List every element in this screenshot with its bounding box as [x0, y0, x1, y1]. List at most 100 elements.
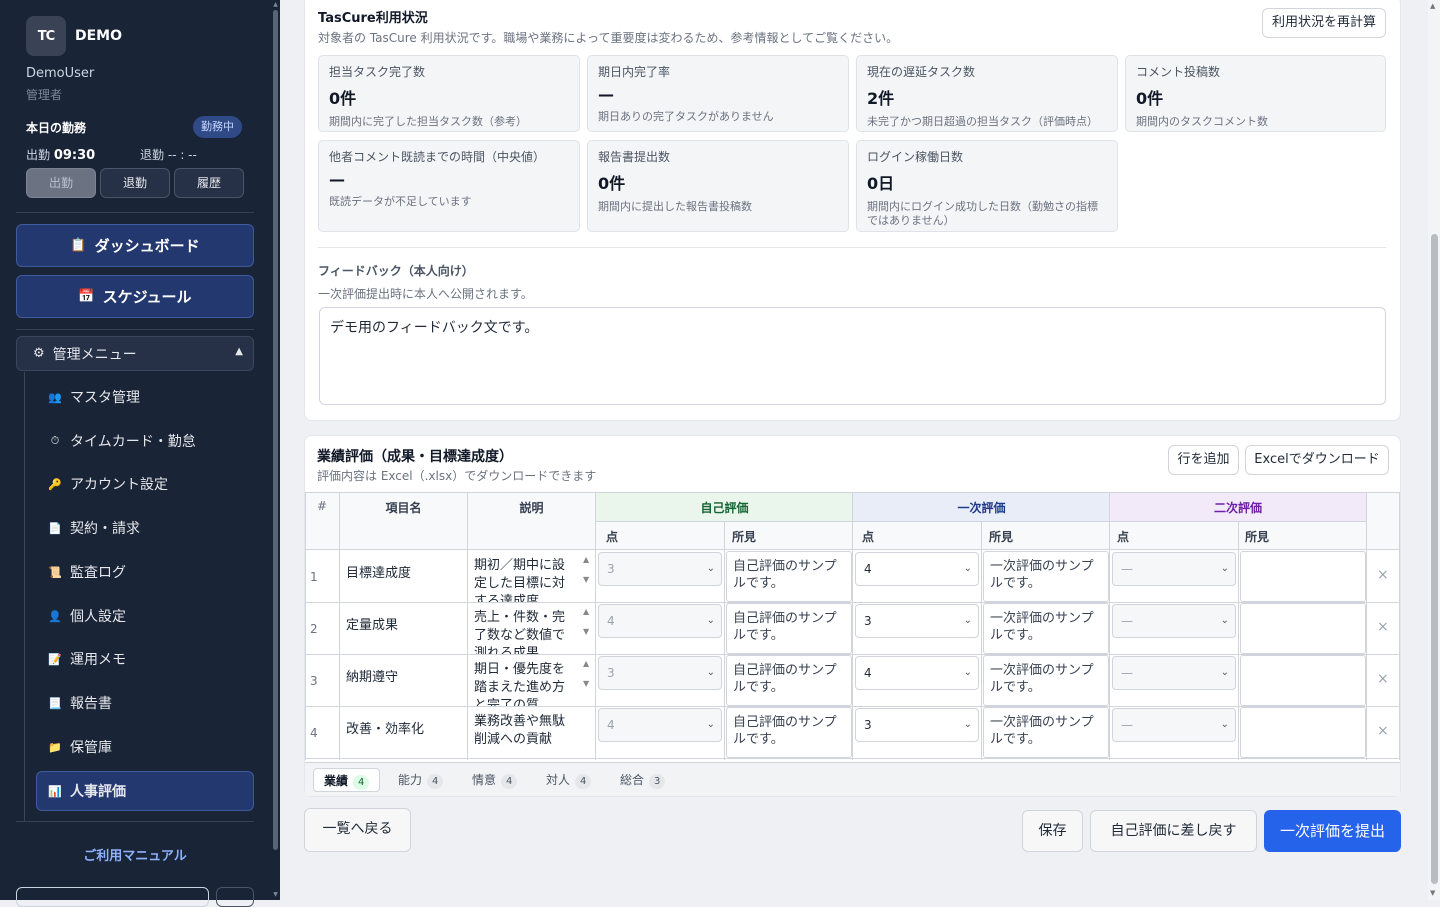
divider	[16, 212, 254, 213]
sidebar-item-vault[interactable]: 📁 保管庫	[46, 735, 112, 759]
sidebar-item-hr-evaluation[interactable]: 📊 人事評価	[46, 779, 126, 803]
clock-out-button[interactable]: 退勤	[100, 168, 170, 198]
save-button[interactable]: 保存	[1022, 810, 1083, 852]
sidebar-item-account[interactable]: 🔑 アカウント設定	[46, 472, 168, 496]
delete-row-icon[interactable]: ×	[1377, 567, 1389, 583]
chevron-down-icon: ⌄	[706, 719, 715, 730]
stat-note: 未完了かつ期日超過の担当タスク（評価時点）	[867, 115, 1098, 128]
self-score-select: 4 ⌄	[598, 604, 722, 638]
recalc-button[interactable]: 利用状況を再計算	[1262, 8, 1386, 38]
item-name[interactable]: 目標達成度	[346, 562, 411, 581]
stat-label: 他者コメント既読までの時間（中央値）	[329, 150, 546, 164]
item-description[interactable]: 期日・優先度を踏まえた進め方と完了の質	[468, 655, 582, 706]
chevron-down-icon: ⌄	[1220, 719, 1229, 730]
sidebar-scrollbar-thumb[interactable]	[273, 10, 278, 850]
scroll-down-icon[interactable]: ▼	[583, 679, 589, 688]
excel-download-button[interactable]: Excelでダウンロード	[1245, 445, 1389, 475]
second-score-select: — ⌄	[1112, 656, 1236, 690]
tab-interpersonal[interactable]: 対人 4	[536, 768, 601, 792]
tab-ability[interactable]: 能力 4	[388, 768, 453, 792]
first-comment-textarea[interactable]: 一次評価のサンプルです。	[983, 603, 1109, 654]
item-description[interactable]: 業務改善や無駄削減への貢献	[468, 707, 582, 758]
sidebar-item-master[interactable]: 👥 マスタ管理	[46, 385, 140, 409]
stat-note: 期日ありの完了タスクがありません	[598, 110, 774, 123]
first-comment-textarea[interactable]: 一次評価のサンプルです。	[983, 551, 1109, 602]
stat-note: 期間内にログイン成功した日数（勤勉さの指標ではありません）	[867, 200, 1098, 227]
col-self-eval: 自己評価	[700, 501, 749, 515]
select-value: 3	[864, 718, 872, 732]
return-to-self-eval-button[interactable]: 自己評価に差し戻す	[1090, 810, 1257, 852]
sidebar-bottom-button[interactable]	[216, 887, 254, 907]
admin-menu-toggle[interactable]: ⚙ 管理メニュー ▲	[16, 336, 254, 371]
history-button[interactable]: 履歴	[174, 168, 244, 198]
first-score-select[interactable]: 4 ⌄	[855, 656, 979, 690]
clock-out-label: 退勤	[140, 148, 165, 162]
chart-icon: 📊	[48, 784, 62, 798]
sidebar-item-label: 報告書	[70, 696, 112, 712]
item-description[interactable]: 期初／期中に設定した目標に対する達成度	[468, 551, 582, 602]
feedback-textarea[interactable]: デモ用のフィードバック文です。	[319, 307, 1386, 405]
scroll-up-icon[interactable]: ▲	[583, 607, 589, 616]
sidebar-item-memo[interactable]: 📝 運用メモ	[46, 647, 126, 671]
sidebar-item-timecard[interactable]: ⏱ タイムカード・勤怠	[46, 429, 196, 453]
sidebar-item-personal[interactable]: 👤 個人設定	[46, 604, 126, 628]
delete-row-icon[interactable]: ×	[1377, 671, 1389, 687]
second-score-select: — ⌄	[1112, 552, 1236, 586]
chevron-down-icon: ⌄	[1220, 667, 1229, 678]
sidebar-bottom-field[interactable]	[16, 887, 209, 907]
schedule-button[interactable]: 📅 スケジュール	[16, 275, 254, 318]
item-name[interactable]: 定量成果	[346, 614, 398, 633]
gear-icon: ⚙	[33, 346, 45, 361]
delete-row-icon[interactable]: ×	[1377, 619, 1389, 635]
second-comment-textarea	[1240, 603, 1366, 654]
first-comment-textarea[interactable]: 一次評価のサンプルです。	[983, 707, 1109, 758]
tab-performance[interactable]: 業績 4	[313, 768, 381, 792]
add-row-button[interactable]: 行を追加	[1168, 445, 1239, 475]
column-line	[595, 492, 596, 760]
scroll-up-icon[interactable]: ▲	[1430, 2, 1435, 10]
stat-label: ログイン稼働日数	[867, 150, 964, 164]
scroll-down-icon[interactable]: ▼	[583, 575, 589, 584]
main-scrollbar-thumb[interactable]	[1431, 234, 1438, 884]
item-description[interactable]: 売上・件数・完了数など数値で測れる成果	[468, 603, 582, 654]
scroll-up-icon[interactable]: ▲	[583, 555, 589, 564]
tab-attitude[interactable]: 情意 4	[462, 768, 527, 792]
first-comment-textarea[interactable]: 一次評価のサンプルです。	[983, 655, 1109, 706]
dashboard-label: ダッシュボード	[94, 237, 200, 255]
scroll-down-icon[interactable]: ▼	[272, 891, 279, 898]
sidebar-item-label: 運用メモ	[70, 652, 126, 668]
self-score-select: 3 ⌄	[598, 552, 722, 586]
app-logo[interactable]: TC	[26, 16, 66, 56]
row-number: 4	[310, 726, 318, 740]
col-first-comment: 所見	[989, 530, 1014, 544]
admin-menu-label: 管理メニュー	[52, 346, 137, 363]
clock-icon: ⏱	[50, 434, 60, 447]
log-icon: 📜	[48, 565, 62, 579]
scroll-down-icon[interactable]: ▼	[1430, 889, 1435, 897]
chevron-down-icon: ⌄	[963, 563, 972, 574]
item-name[interactable]: 改善・効率化	[346, 718, 424, 737]
sidebar-item-contract[interactable]: 📄 契約・請求	[46, 516, 140, 540]
first-score-select[interactable]: 4 ⌄	[855, 552, 979, 586]
first-score-select[interactable]: 3 ⌄	[855, 708, 979, 742]
sidebar-item-report[interactable]: 📃 報告書	[46, 691, 112, 715]
first-score-select[interactable]: 3 ⌄	[855, 604, 979, 638]
back-to-list-button[interactable]: 一覧へ戻る	[304, 808, 411, 852]
chevron-down-icon: ⌄	[706, 667, 715, 678]
delete-row-icon[interactable]: ×	[1377, 723, 1389, 739]
stat-label: コメント投稿数	[1136, 65, 1221, 79]
item-name[interactable]: 納期遵守	[346, 666, 398, 685]
sidebar-item-audit[interactable]: 📜 監査ログ	[46, 560, 126, 584]
scroll-up-icon[interactable]: ▲	[583, 659, 589, 668]
tab-overall[interactable]: 総合 3	[610, 768, 675, 792]
column-line	[852, 492, 853, 760]
submit-first-eval-button[interactable]: 一次評価を提出	[1264, 810, 1401, 852]
select-value: —	[1121, 666, 1133, 680]
tab-count: 3	[649, 774, 666, 789]
stat-card: 現在の遅延タスク数 2件 未完了かつ期日超過の担当タスク（評価時点）	[856, 55, 1118, 132]
scroll-up-icon[interactable]: ▲	[272, 1, 279, 8]
manual-link[interactable]: ご利用マニュアル	[16, 845, 254, 864]
dashboard-button[interactable]: 📋 ダッシュボード	[16, 224, 254, 267]
clock-in-button[interactable]: 出勤	[26, 168, 96, 198]
scroll-down-icon[interactable]: ▼	[583, 627, 589, 636]
